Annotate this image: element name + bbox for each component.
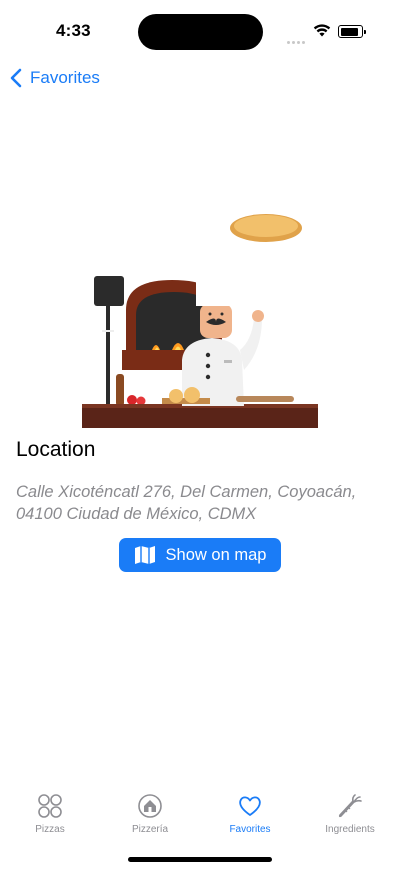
map-icon <box>134 546 155 564</box>
back-button[interactable]: Favorites <box>8 66 100 90</box>
tab-favorites-label: Favorites <box>229 824 271 835</box>
house-circle-icon <box>138 794 162 818</box>
tab-pizzeria[interactable]: Pizzería <box>100 792 200 835</box>
tab-ingredients[interactable]: Ingredients <box>300 792 400 835</box>
tab-favorites[interactable]: Favorites <box>200 792 300 835</box>
chevron-left-icon <box>10 68 22 88</box>
tab-pizzas[interactable]: Pizzas <box>0 792 100 835</box>
status-bar: 4:33 <box>0 0 400 60</box>
wifi-icon <box>313 24 331 37</box>
tab-pizzas-label: Pizzas <box>35 824 65 835</box>
back-label: Favorites <box>30 68 100 87</box>
tab-ingredients-label: Ingredients <box>325 824 375 835</box>
status-time: 4:33 <box>56 21 91 40</box>
heart-icon <box>239 796 261 816</box>
pizza-chef-illustration <box>82 214 318 428</box>
address-text: Calle Xicoténcatl 276, Del Carmen, Coyoa… <box>16 483 357 523</box>
home-indicator[interactable] <box>128 857 272 862</box>
location-heading: Location <box>16 438 96 461</box>
tab-pizzeria-label: Pizzería <box>131 824 169 835</box>
dynamic-island <box>138 14 263 50</box>
show-on-map-button[interactable]: Show on map <box>119 538 281 572</box>
battery-icon <box>338 25 366 38</box>
tab-bar: Pizzas Pizzería Favorites Ingredients <box>0 780 400 840</box>
cellular-signal-icon <box>287 31 307 49</box>
four-circles-icon <box>38 794 62 818</box>
show-on-map-label: Show on map <box>165 545 267 564</box>
carrot-icon <box>338 794 362 818</box>
